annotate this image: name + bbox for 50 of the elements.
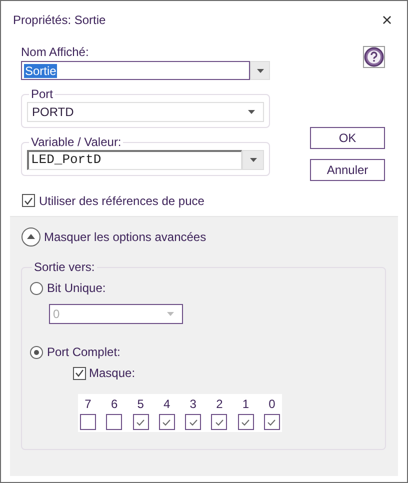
radio-label: Bit Unique:: [47, 281, 106, 295]
bit-checkbox[interactable]: [238, 414, 254, 430]
checkbox-label: Utiliser des références de puce: [39, 194, 204, 208]
dropdown-button[interactable]: [250, 61, 270, 80]
dropdown-button[interactable]: [242, 150, 264, 170]
bit-number: 3: [190, 397, 196, 411]
window-title: Propriétés: Sortie: [13, 13, 106, 27]
caret-icon: [250, 158, 256, 162]
caret-icon: [256, 68, 264, 72]
check-icon: [162, 418, 172, 426]
bit-number: 4: [164, 397, 170, 411]
radio-label: Port Complet:: [47, 345, 120, 359]
bit-checkbox[interactable]: [106, 414, 122, 430]
bit-number: 2: [216, 397, 223, 411]
group-label: Sortie vers:: [33, 260, 96, 274]
collapse-icon[interactable]: [21, 227, 41, 247]
checkbox[interactable]: [73, 366, 86, 380]
bit-checkbox[interactable]: [132, 414, 149, 430]
bit-checkbox[interactable]: [158, 414, 175, 430]
bit-number: 5: [137, 397, 144, 411]
check-icon: [214, 418, 224, 426]
caret-icon: [167, 312, 174, 316]
port-dropdown[interactable]: PORTD: [27, 102, 264, 122]
group-label: Port: [30, 87, 54, 101]
checkbox-label: Masque:: [89, 366, 136, 380]
bit-checkbox[interactable]: [211, 414, 228, 430]
name-value: Sortie: [24, 64, 58, 78]
field-label: Nom Affiché:: [21, 45, 90, 60]
caret-icon: [248, 110, 255, 114]
toggle-label[interactable]: Masquer les options avancées: [44, 230, 206, 244]
check-icon: [241, 418, 250, 426]
bit-checkbox[interactable]: [264, 414, 280, 430]
radio-button[interactable]: [30, 282, 43, 294]
check-icon: [188, 418, 198, 426]
group-label: Variable / Valeur:: [30, 135, 122, 149]
check-icon: [267, 418, 276, 426]
radio-button[interactable]: [30, 346, 43, 358]
cancel-button[interactable]: Annuler: [310, 159, 385, 181]
close-button[interactable]: ×: [367, 5, 407, 35]
check-icon: [136, 418, 146, 426]
bit-number: 7: [84, 397, 92, 411]
bit-number: 0: [268, 397, 276, 411]
variable-field[interactable]: LED_PortD: [27, 150, 242, 170]
checkbox[interactable]: [22, 194, 35, 207]
bit-number: 1: [242, 397, 250, 411]
bit-checkbox[interactable]: [185, 414, 202, 430]
bit-checkbox[interactable]: [80, 414, 96, 430]
bit-number: 6: [110, 397, 118, 411]
ok-button[interactable]: OK: [310, 127, 385, 149]
help-icon[interactable]: [363, 46, 385, 68]
